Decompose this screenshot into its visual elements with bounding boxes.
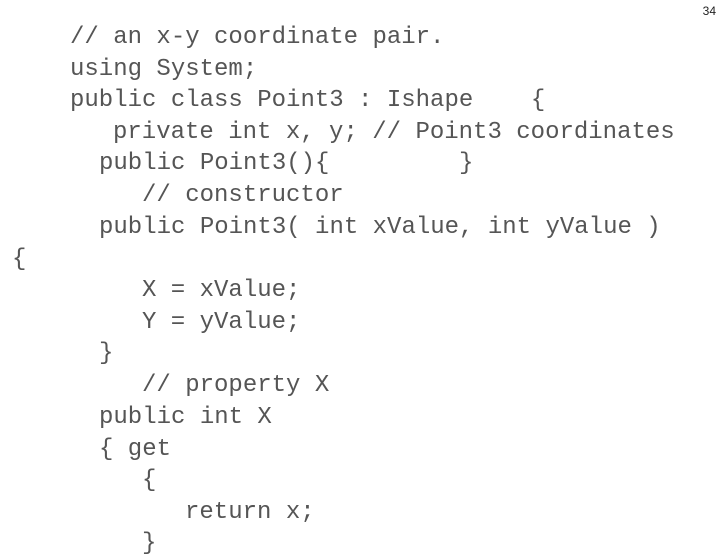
code-line-return: return x; [185, 499, 315, 526]
code-line-property-comment: // property X [142, 372, 330, 399]
code-line-comment-header: // an x-y coordinate pair. [70, 24, 445, 51]
code-line-using: using System; [70, 56, 258, 83]
code-line-getter-open-brace: { [142, 467, 157, 494]
page-number: 34 [702, 4, 716, 18]
code-line-property-declaration: public int X [99, 404, 272, 431]
code-line-assign-y: Y = yValue; [142, 309, 301, 336]
code-line-default-constructor: public Point3(){ } [99, 150, 474, 177]
code-line-constructor-signature: public Point3( int xValue, int yValue ) [99, 214, 661, 241]
code-line-open-brace: { [12, 246, 27, 273]
code-line-getter-close-brace: } [142, 530, 157, 557]
code-line-assign-x: X = xValue; [142, 277, 301, 304]
code-line-class-declaration: public class Point3 : Ishape { [70, 87, 546, 114]
code-line-constructor-comment: // constructor [142, 182, 344, 209]
code-line-getter: { get [99, 436, 172, 463]
code-line-close-brace: } [99, 340, 114, 367]
code-line-fields: private int x, y; // Point3 coordinates [113, 119, 675, 146]
